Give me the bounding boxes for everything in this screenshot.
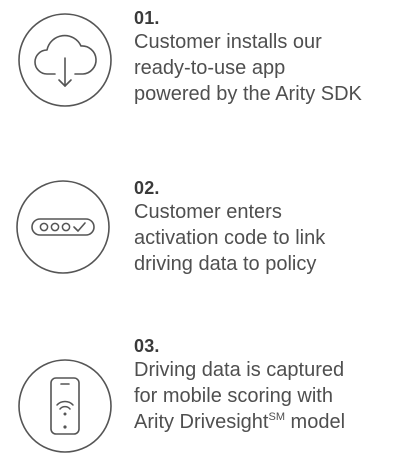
step-text: 01. Customer installs our ready-to-use a… — [134, 7, 416, 107]
model-name-text: Arity Drivesight — [134, 411, 269, 433]
step-number: 01. — [134, 8, 160, 28]
step-description: Customer enters activation code to link … — [134, 199, 416, 277]
step-description-line: activation code to link — [134, 227, 326, 249]
phone-wifi-icon — [17, 358, 113, 454]
cloud-download-icon — [17, 12, 113, 108]
step-description-line: Driving data is captured — [134, 359, 345, 381]
step-description: Driving data is captured for mobile scor… — [134, 357, 416, 435]
step-description-line: Customer enters — [134, 201, 282, 223]
service-mark: SM — [268, 411, 285, 423]
model-suffix-text: model — [284, 411, 346, 433]
step-text: 02. Customer enters activation code to l… — [134, 177, 416, 277]
step-description-line: powered by the Arity SDK — [134, 83, 362, 105]
step-description-line: Customer installs our — [134, 31, 322, 53]
step-description-line: for mobile scoring with — [134, 385, 333, 407]
step-number: 03. — [134, 336, 160, 356]
step-description-line: driving data to policy — [134, 253, 317, 275]
step-description-line: Arity DrivesightSM model — [134, 409, 416, 435]
password-check-icon — [15, 179, 111, 275]
step-number: 02. — [134, 178, 160, 198]
step-text: 03. Driving data is captured for mobile … — [134, 335, 416, 435]
step-description-line: ready-to-use app — [134, 57, 286, 79]
step-description: Customer installs our ready-to-use app p… — [134, 29, 416, 107]
